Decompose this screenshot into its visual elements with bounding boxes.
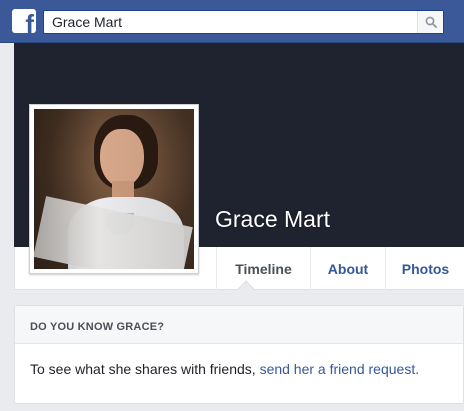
profile-name[interactable]: Grace Mart [215, 206, 330, 233]
card-text: To see what she shares with friends, [30, 361, 260, 377]
top-bar: f [0, 0, 464, 43]
profile-photo [34, 109, 194, 269]
tab-timeline[interactable]: Timeline [216, 247, 310, 290]
search-input[interactable] [44, 11, 414, 33]
card-body: To see what she shares with friends, sen… [30, 361, 419, 377]
facebook-logo-icon[interactable]: f [12, 9, 36, 33]
tab-photos[interactable]: Photos [385, 247, 464, 290]
card-title: DO YOU KNOW GRACE? [30, 321, 165, 333]
search-button[interactable] [417, 11, 443, 33]
search-box [43, 10, 444, 34]
friend-request-link[interactable]: send her a friend request. [260, 361, 420, 377]
search-icon [425, 16, 437, 28]
profile-picture[interactable] [29, 104, 199, 274]
tab-about[interactable]: About [310, 247, 385, 290]
card-header: DO YOU KNOW GRACE? [15, 306, 463, 344]
friend-request-card: DO YOU KNOW GRACE? To see what she share… [14, 305, 464, 404]
